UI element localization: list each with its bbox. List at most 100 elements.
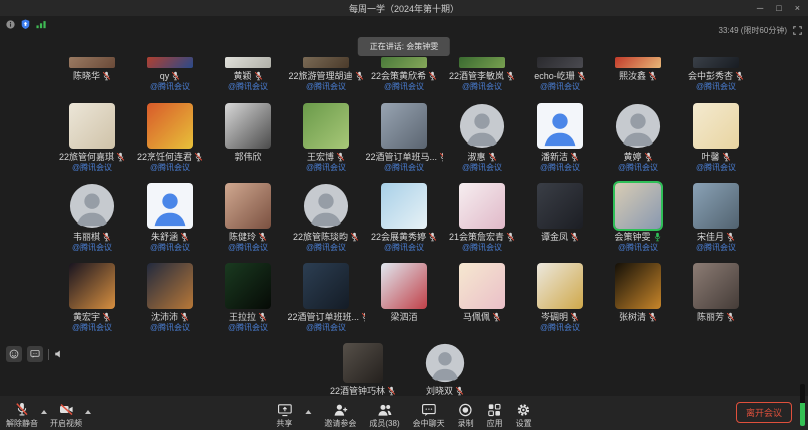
fullscreen-icon[interactable] [793, 26, 802, 35]
participant-tile[interactable]: 沈沛沛@腾讯会议 [131, 263, 209, 332]
default-avatar-icon [615, 103, 661, 149]
chat-button[interactable]: 会中聊天 [413, 403, 445, 428]
settings-button[interactable]: 设置 [516, 403, 532, 428]
participant-tile[interactable]: 21会策詹宏青@腾讯会议 [443, 183, 521, 252]
participant-avatar [459, 183, 505, 229]
participant-tile[interactable]: 22会展黄秀婷@腾讯会议 [365, 183, 443, 252]
participant-tile[interactable]: 22旅管陈琰昀@腾讯会议 [287, 183, 365, 252]
participant-tile[interactable]: 陈丽芳 [677, 263, 755, 332]
mic-muted-icon [102, 232, 111, 242]
participant-tile[interactable]: qy@腾讯会议 [131, 57, 209, 91]
participant-tile[interactable]: 22酒管李敏岚@腾讯会议 [443, 57, 521, 91]
participant-avatar [147, 263, 193, 309]
participant-name: 郭伟欣 [234, 152, 261, 162]
participant-tile[interactable]: 黄婷@腾讯会议 [599, 103, 677, 172]
participant-tile[interactable]: 韦丽棋@腾讯会议 [53, 183, 131, 252]
participant-tile[interactable]: 王宏博@腾讯会议 [287, 103, 365, 172]
participant-name: 岑碉明 [541, 312, 568, 322]
reaction-emoji-button[interactable] [6, 346, 22, 362]
default-avatar-icon [425, 343, 465, 383]
participant-tile[interactable]: 郭伟欣 [209, 103, 287, 172]
mic-muted-icon [102, 312, 111, 322]
network-signal-icon[interactable] [36, 20, 47, 29]
participant-nameline: 22会策黄欣希 [371, 71, 437, 81]
participant-tile[interactable]: 宋佳月@腾讯会议 [677, 183, 755, 252]
participant-nameline: 黄颖 [233, 71, 262, 81]
share-options-caret[interactable] [305, 410, 311, 414]
invite-button[interactable]: 邀请参会 [324, 403, 356, 428]
mic-muted-icon [355, 71, 364, 81]
participant-avatar [459, 103, 505, 149]
leave-meeting-button[interactable]: 离开会议 [736, 402, 792, 423]
participant-platform-badge: @腾讯会议 [696, 243, 736, 252]
participant-tile[interactable]: 黄宏宇@腾讯会议 [53, 263, 131, 332]
meeting-info-icon[interactable] [6, 20, 15, 29]
participant-tile[interactable]: 会中彭秀杏@腾讯会议 [677, 57, 755, 91]
quick-action-bar [6, 346, 64, 362]
security-shield-icon[interactable] [21, 19, 30, 29]
video-options-caret[interactable] [85, 410, 91, 414]
participant-tile[interactable]: 刘晓双 [404, 343, 486, 396]
share-screen-label: 共享 [276, 419, 292, 428]
mic-muted-icon [15, 402, 29, 417]
apps-label: 应用 [487, 419, 503, 428]
participant-platform-badge: @腾讯会议 [72, 243, 112, 252]
participant-tile[interactable]: 22酒管钟巧林 [322, 343, 404, 396]
participant-nameline: 22酒管钟巧林 [330, 386, 396, 396]
participant-tile[interactable]: 22烹饪何连君@腾讯会议 [131, 103, 209, 172]
participant-tile[interactable]: 陈晓华 [53, 57, 131, 91]
participant-tile[interactable]: echo-屹珊@腾讯会议 [521, 57, 599, 91]
participant-avatar [615, 263, 661, 309]
participant-avatar [693, 263, 739, 309]
participant-nameline: 叶馨 [701, 152, 730, 162]
participant-platform-badge: @腾讯会议 [462, 243, 502, 252]
apps-button[interactable]: 应用 [487, 403, 503, 428]
participant-tile[interactable]: 22酒管订单班马...@腾讯会议 [365, 103, 443, 172]
participant-name: 潘新洁 [541, 152, 568, 162]
participant-nameline: 岑碉明 [541, 312, 579, 322]
record-button[interactable]: 录制 [458, 403, 474, 428]
unmute-button[interactable]: 解除静音 [6, 402, 38, 428]
close-button[interactable]: × [795, 1, 800, 15]
participant-avatar [425, 343, 465, 383]
participant-tile[interactable]: 潘新洁@腾讯会议 [521, 103, 599, 172]
participant-tile[interactable]: 熙汝鑫 [599, 57, 677, 91]
participant-tile[interactable]: 22会策黄欣希@腾讯会议 [365, 57, 443, 91]
participant-avatar [225, 57, 271, 68]
participant-tile[interactable]: 会策钟雯@腾讯会议 [599, 183, 677, 252]
participant-name: 会中彭秀杏 [688, 71, 733, 81]
participant-platform-badge: @腾讯会议 [72, 163, 112, 172]
participant-tile[interactable]: 朱舒涵@腾讯会议 [131, 183, 209, 252]
minimize-button[interactable]: ─ [757, 1, 763, 15]
maximize-button[interactable]: □ [776, 1, 781, 15]
participant-tile[interactable]: 陈健玲@腾讯会议 [209, 183, 287, 252]
participant-tile[interactable]: 淑惠@腾讯会议 [443, 103, 521, 172]
participant-tile[interactable]: 梁泗洦 [365, 263, 443, 332]
participant-avatar [381, 57, 427, 68]
participant-nameline: 张树清 [619, 312, 657, 322]
participant-tile[interactable]: 谭金凤 [521, 183, 599, 252]
participant-platform-badge: @腾讯会议 [72, 323, 112, 332]
participant-avatar [459, 57, 505, 68]
participant-tile[interactable]: 张树清 [599, 263, 677, 332]
participant-tile[interactable]: 岑碉明@腾讯会议 [521, 263, 599, 332]
participant-tile[interactable]: 22酒管订单班班...@腾讯会议 [287, 263, 365, 332]
start-video-button[interactable]: 开启视频 [50, 402, 82, 428]
participant-tile[interactable]: 马佩佩 [443, 263, 521, 332]
mic-options-caret[interactable] [41, 410, 47, 414]
mic-muted-icon [455, 386, 464, 396]
share-screen-button[interactable]: 共享 [276, 403, 292, 428]
mic-muted-icon [570, 152, 579, 162]
participant-nameline: 会中彭秀杏 [688, 71, 744, 81]
participant-avatar [303, 183, 349, 229]
members-button[interactable]: 成员(38) [369, 403, 399, 428]
participant-tile[interactable]: 22旅游管理胡迪@腾讯会议 [287, 57, 365, 91]
speaker-icon[interactable] [54, 349, 64, 359]
participant-tile[interactable]: 叶馨@腾讯会议 [677, 103, 755, 172]
participant-avatar [381, 183, 427, 229]
participant-tile[interactable]: 黄颖@腾讯会议 [209, 57, 287, 91]
participant-tile[interactable]: 王拉拉@腾讯会议 [209, 263, 287, 332]
participant-name: 黄颖 [233, 71, 251, 81]
quick-chat-button[interactable] [27, 346, 43, 362]
participant-tile[interactable]: 22旅管何嘉琪@腾讯会议 [53, 103, 131, 172]
